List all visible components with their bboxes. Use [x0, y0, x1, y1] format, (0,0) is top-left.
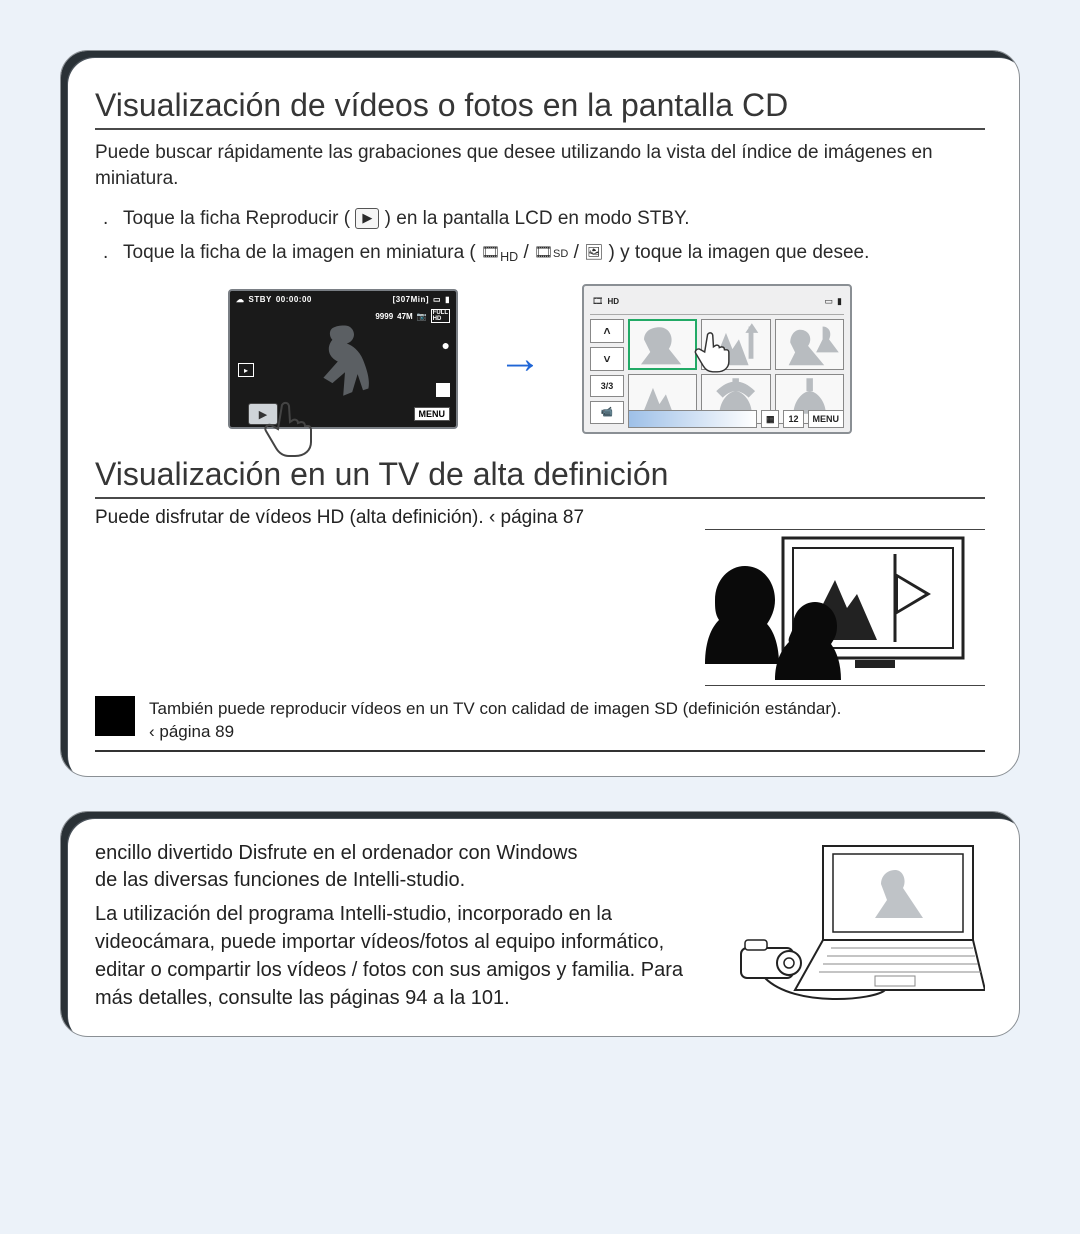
photo-thumb-icon: 🖼	[584, 244, 603, 261]
note-text: También puede reproducir vídeos en un TV…	[149, 696, 841, 744]
page-indicator: 3/3	[590, 375, 624, 397]
step-1: Toque la ficha Reproducir ( ▶ ) en la pa…	[123, 205, 985, 233]
panel-pc: encillo divertido Disfrute en el ordenad…	[60, 811, 1020, 1037]
lcd-menu-button: MENU	[414, 407, 451, 421]
laptop-illustration	[735, 840, 985, 1010]
film-icon: 🎞	[592, 296, 603, 307]
lcd-time: 00:00:00	[276, 295, 312, 304]
fullhd-icon: FULLHD	[431, 309, 450, 323]
intro-lcd: Puede buscar rápidamente las grabaciones…	[95, 140, 985, 191]
thumb-menu-button: MENU	[808, 410, 845, 428]
sd-label: SD	[553, 248, 568, 260]
step-1-text-a: Toque la ficha Reproducir (	[123, 208, 350, 229]
thumb-2	[701, 319, 770, 370]
steps-list: Toque la ficha Reproducir ( ▶ ) en la pa…	[95, 205, 985, 266]
lcd-rec-indicator-icon: ▸	[238, 363, 254, 377]
cloud-icon: ☁	[236, 295, 245, 304]
play-tab-icon: ▶	[355, 208, 379, 229]
tv-subline-a: Puede disfrutar de vídeos HD (alta defin…	[95, 507, 489, 528]
thumb-topbar: 🎞 HD ▭ ▮	[590, 292, 844, 315]
battery-icon: ▮	[837, 296, 842, 307]
thumb-1	[628, 319, 697, 370]
step-2-slash-1: /	[523, 242, 528, 263]
lcd-remain: [307Min]	[393, 295, 429, 304]
tv-illustration	[705, 529, 985, 686]
lcd-shots: 47M	[397, 312, 413, 321]
card-icon: ▭	[825, 296, 834, 307]
arrow-right-icon: →	[498, 334, 542, 384]
hd-label: HD	[607, 297, 619, 306]
thumb-bottombar: ▦ 12 MENU	[628, 410, 844, 428]
lcd-rec-dot-icon: ●	[442, 337, 450, 353]
bottom-bar-spacer	[628, 410, 757, 428]
mode-camcorder-button: 📹	[590, 401, 624, 425]
scroll-up-button: ˄	[590, 319, 624, 343]
heading-lcd-playback: Visualización de vídeos o fotos en la pa…	[95, 87, 985, 130]
diagrams-row: ☁ STBY 00:00:00 [307Min] ▭ ▮ 9999 47M 📷	[95, 284, 985, 434]
camera-icon: 📷	[417, 312, 427, 321]
pc-headline: encillo divertido Disfrute en el ordenad…	[95, 840, 705, 894]
step-2-text-b: ) y toque la imagen que desee.	[609, 242, 870, 263]
panel-playback: Visualización de vídeos o fotos en la pa…	[60, 50, 1020, 777]
thumbnail-screen: 🎞 HD ▭ ▮ ˄ ˅ 3/3 📹	[582, 284, 852, 434]
step-1-text-b: ) en la pantalla LCD en modo STBY.	[385, 208, 690, 229]
tv-page-ref: ‹ página 87	[489, 507, 584, 528]
thumb-side-controls: ˄ ˅ 3/3 📹	[590, 319, 624, 424]
step-2-slash-2: /	[574, 242, 579, 263]
grid-view-icon: ▦	[761, 410, 780, 428]
lcd-mem: 9999	[375, 312, 393, 321]
lcd-topbar: ☁ STBY 00:00:00 [307Min] ▭ ▮	[236, 295, 450, 304]
battery-icon: ▮	[445, 295, 450, 304]
lcd-stby: STBY	[249, 295, 272, 304]
scroll-down-button: ˅	[590, 347, 624, 371]
note-sd-tv: También puede reproducir vídeos en un TV…	[95, 696, 985, 752]
thumb-count: 12	[783, 410, 803, 428]
sd-thumb-icon: 🎞	[534, 244, 553, 261]
lcd-histogram-icon	[436, 383, 450, 397]
note-page-ref: ‹ página 89	[149, 722, 234, 741]
tap-hand-icon	[258, 399, 318, 459]
card-icon: ▭	[433, 295, 441, 304]
tv-subline: Puede disfrutar de vídeos HD (alta defin…	[95, 507, 985, 529]
pc-description: La utilización del programa Intelli-stud…	[95, 900, 705, 1012]
thumbnail-grid	[628, 319, 844, 424]
step-2-text-a: Toque la ficha de la imagen en miniatura…	[123, 242, 476, 263]
skater-silhouette	[300, 321, 390, 411]
pc-headline-b: de las diversas funciones de Intelli-stu…	[95, 869, 465, 891]
step-2: Toque la ficha de la imagen en miniatura…	[123, 239, 985, 267]
thumb-3	[775, 319, 844, 370]
heading-tv: Visualización en un TV de alta definició…	[95, 456, 985, 499]
pc-headline-a: encillo divertido Disfrute en el ordenad…	[95, 842, 577, 864]
hd-thumb-icon: 🎞HD	[481, 244, 518, 261]
pc-text-block: encillo divertido Disfrute en el ordenad…	[95, 840, 705, 1012]
note-icon	[95, 696, 135, 736]
note-text-a: También puede reproducir vídeos en un TV…	[149, 699, 841, 718]
